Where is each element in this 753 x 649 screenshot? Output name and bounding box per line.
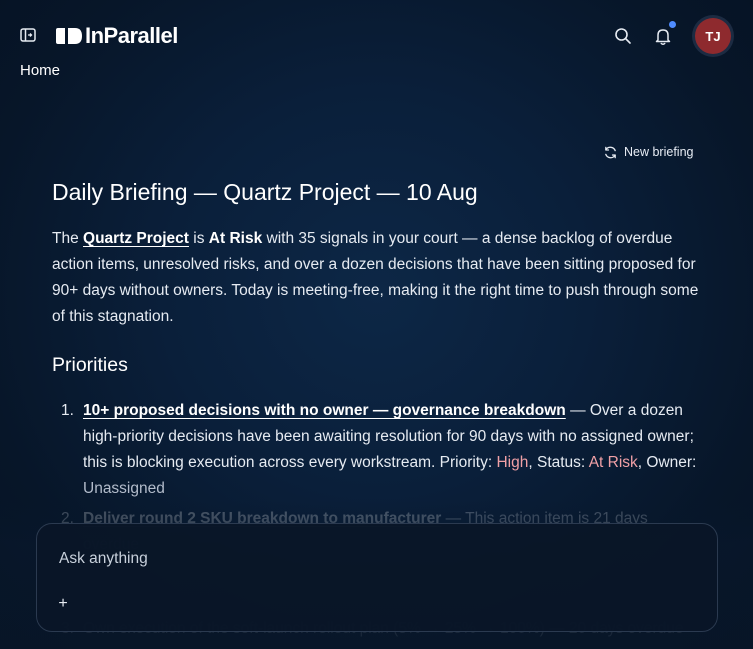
add-attachment-button[interactable]: + [54, 595, 72, 613]
new-briefing-button[interactable]: New briefing [603, 143, 693, 161]
sidebar-toggle-icon[interactable] [20, 27, 36, 43]
page-title: Daily Briefing — Quartz Project — 10 Aug [52, 179, 478, 205]
breadcrumb-home[interactable]: Home [20, 62, 60, 79]
summary-text: The [52, 230, 84, 247]
summary-text: is [188, 230, 209, 247]
priority-value: High [496, 454, 529, 471]
refresh-icon [605, 146, 616, 158]
owner-value: Unassigned [83, 480, 165, 497]
avatar[interactable]: TJ [695, 18, 731, 54]
briefing-summary: The Quartz Project is At Risk with 35 si… [52, 226, 702, 330]
priority-separator: , Owner: [637, 454, 697, 471]
top-bar: InParallel TJ [0, 0, 753, 70]
priority-separator: , Status: [528, 454, 589, 471]
ask-input[interactable] [57, 544, 661, 574]
project-link[interactable]: Quartz Project [83, 230, 189, 247]
status-value: At Risk [588, 454, 638, 471]
project-status: At Risk [208, 230, 263, 247]
chat-composer: + [36, 523, 718, 632]
logo-icon [56, 27, 82, 45]
new-briefing-label: New briefing [624, 145, 694, 159]
search-icon[interactable] [614, 27, 632, 45]
priority-number: 1. [61, 402, 74, 419]
notifications-button[interactable] [653, 21, 676, 46]
priority-item: 1. 10+ proposed decisions with no owner —… [52, 398, 702, 502]
priority-link[interactable]: 10+ proposed decisions with no owner — g… [83, 402, 566, 419]
bell-icon [655, 29, 671, 45]
notification-dot [669, 21, 676, 28]
brand-name: InParallel [85, 23, 178, 48]
app-logo[interactable]: InParallel [56, 23, 178, 48]
priorities-heading: Priorities [52, 354, 128, 376]
